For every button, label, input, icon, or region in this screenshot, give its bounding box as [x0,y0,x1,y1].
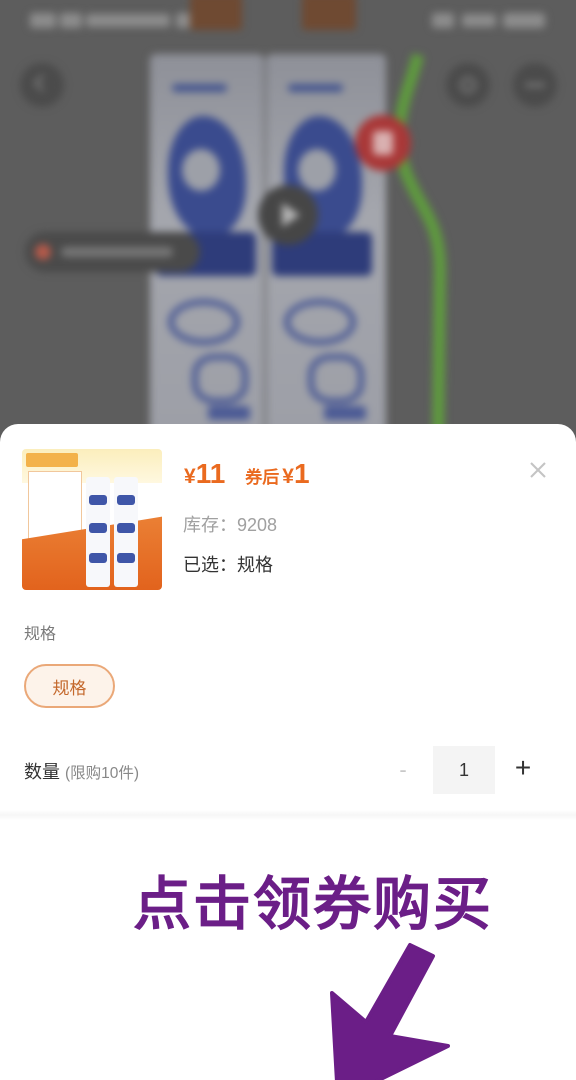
bottle-cap [302,0,356,30]
wifi-icon [432,13,454,28]
quantity-input[interactable] [433,746,495,794]
more-icon [525,83,545,87]
coupon-price-currency: ¥ [282,465,294,488]
network-type-icon [30,13,56,28]
arrow-down-left-icon [330,943,450,1080]
price-currency: ¥ [184,465,196,488]
price-row: ¥ 11 券后 ¥ 1 [184,458,310,490]
video-play-button [258,185,318,245]
spec-option-button[interactable]: 规格 [24,664,115,708]
share-icon [460,77,476,93]
milk-bottle-image [266,54,386,450]
selected-spec-info: 已选：规格 [183,551,273,577]
product-thumbnail [22,449,162,590]
close-icon [530,462,546,478]
bottle-cap [190,0,242,30]
play-icon [282,203,300,227]
battery-icon [503,13,545,28]
spec-section-title: 规格 [24,626,57,643]
stock-label: 库存： [183,515,237,535]
more-button [513,63,557,107]
sheet-backdrop-mask[interactable] [0,0,576,450]
coupon-price-label: 券后 [245,468,280,487]
share-button [446,63,490,107]
stock-value: 9208 [237,515,278,535]
quantity-label: 数量 (限购10件) [24,758,139,784]
stock-info: 库存：9208 [183,511,277,537]
price-amount: 11 [195,458,226,489]
back-button [20,63,64,107]
avatar [35,244,51,260]
sheet-divider [0,810,576,820]
back-icon [33,74,51,92]
quantity-title: 数量 [24,762,60,782]
status-bar-blurred-text [86,14,170,27]
coupon-price-amount: 1 [293,458,310,489]
green-leaf-decoration [393,53,447,450]
brand-badge [355,115,411,171]
annotation-caption: 点击领券购买 [133,872,494,937]
quantity-decrease-button[interactable]: - [393,752,413,788]
floating-notice-pill [25,232,200,272]
close-button[interactable] [527,459,549,481]
blurred-product-page [0,0,576,450]
sku-bottom-sheet: ¥ 11 券后 ¥ 1 库存：9208 已选：规格 规格 规格 数量 (限购10件… [0,424,576,1080]
notice-blurred-text [61,247,173,257]
status-bar-blurred-text [462,14,496,27]
quantity-increase-button[interactable]: + [510,750,536,786]
selected-value: 规格 [237,555,273,575]
selected-label: 已选： [183,555,237,575]
purchase-limit-note: (限购10件) [65,765,140,782]
signal-icon [60,13,82,28]
